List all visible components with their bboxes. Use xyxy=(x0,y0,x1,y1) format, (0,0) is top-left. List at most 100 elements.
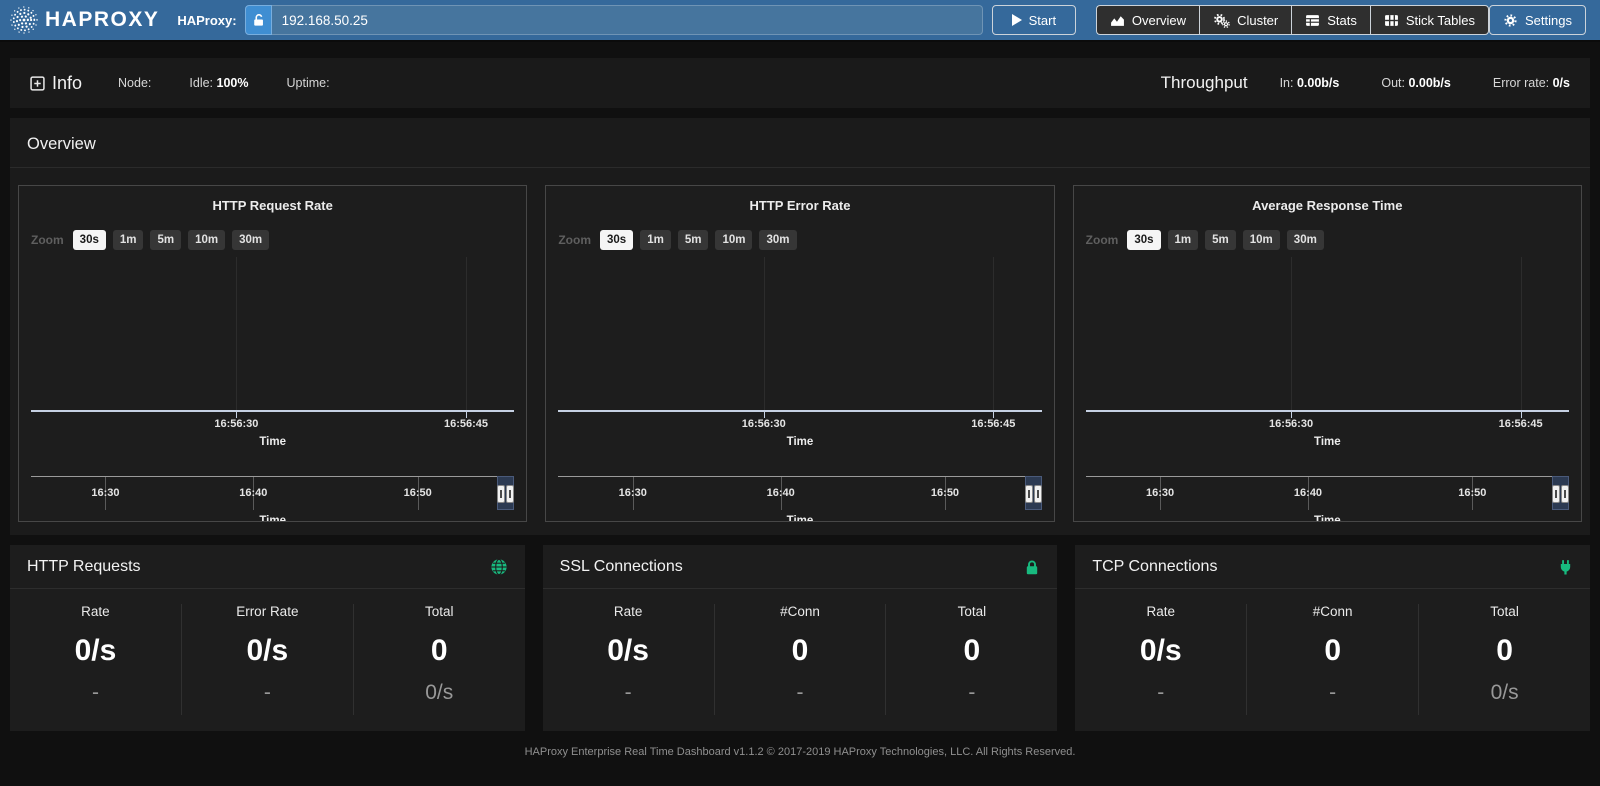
nav-button-cluster[interactable]: Cluster xyxy=(1199,5,1291,35)
stat-column-error-rate: Error Rate 0/s - xyxy=(181,604,353,715)
globe-icon xyxy=(490,558,508,576)
nav-button-overview[interactable]: Overview xyxy=(1096,5,1199,35)
navigator-handle-right[interactable] xyxy=(1561,485,1569,503)
settings-label: Settings xyxy=(1525,13,1572,28)
in-value: 0.00b/s xyxy=(1297,76,1339,90)
panel-tcp-connections: TCP Connections Rate 0/s - #Conn 0 - xyxy=(1075,545,1590,731)
x-tick-label: 16:56:45 xyxy=(444,418,488,430)
charts-row: HTTP Request Rate Zoom 30s 1m 5m 10m 30m… xyxy=(10,168,1590,522)
zoom-button-30s[interactable]: 30s xyxy=(600,230,633,250)
navigator-tick-label: 16:30 xyxy=(1146,487,1174,499)
x-gridline xyxy=(236,257,237,410)
haproxy-brand: HAPROXY xyxy=(10,6,159,34)
footer-text: HAProxy Enterprise Real Time Dashboard v… xyxy=(0,746,1600,758)
zoom-button-30s[interactable]: 30s xyxy=(1127,230,1160,250)
stat-columns: Rate 0/s - #Conn 0 - Total 0 0/s xyxy=(1075,589,1590,715)
zoom-button-5m[interactable]: 5m xyxy=(678,230,709,250)
nav-button-label: Cluster xyxy=(1237,13,1278,28)
gear-icon xyxy=(1503,13,1518,28)
navigator-tick-label: 16:50 xyxy=(931,487,959,499)
stat-value: 0 xyxy=(354,634,525,668)
zoom-button-30m[interactable]: 30m xyxy=(1287,230,1324,250)
info-title[interactable]: Info xyxy=(30,73,82,94)
stat-column-total: Total 0 - xyxy=(885,604,1057,715)
zoom-button-30m[interactable]: 30m xyxy=(232,230,269,250)
plot-area[interactable] xyxy=(558,257,1041,412)
navigator[interactable]: 16:30 16:40 16:50 xyxy=(31,476,514,510)
stat-columns: Rate 0/s - Error Rate 0/s - Total 0 0/s xyxy=(10,589,525,715)
navigator[interactable]: 16:30 16:40 16:50 xyxy=(558,476,1041,510)
navigator-handle-right[interactable] xyxy=(506,485,514,503)
zoom-button-1m[interactable]: 1m xyxy=(640,230,671,250)
stats-row: HTTP Requests Rate 0/s - Error Rate 0/s xyxy=(10,545,1590,731)
nav-button-group: Overview Cluster xyxy=(1096,5,1489,35)
nav-button-stick-tables[interactable]: Stick Tables xyxy=(1370,5,1489,35)
stat-column-rate: Rate 0/s - xyxy=(1075,604,1246,715)
info-bar: Info Node: Idle: 100% Uptime: Throughput… xyxy=(10,58,1590,108)
stat-sub-value: - xyxy=(1075,681,1246,705)
x-axis-labels: 16:56:30 16:56:45 xyxy=(31,418,514,432)
address-group xyxy=(245,5,983,35)
x-gridline xyxy=(1291,257,1292,410)
stat-sub-value: - xyxy=(1247,681,1418,705)
zoom-button-10m[interactable]: 10m xyxy=(188,230,225,250)
navigator-handle-left[interactable] xyxy=(1552,485,1560,503)
stat-label: Error Rate xyxy=(182,604,353,619)
zoom-button-30m[interactable]: 30m xyxy=(759,230,796,250)
node-label: Node: xyxy=(118,76,151,90)
haproxy-logo-icon xyxy=(10,6,38,34)
navigator-tick-label: 16:30 xyxy=(91,487,119,499)
nav-button-label: Stick Tables xyxy=(1406,13,1475,28)
cogs-icon xyxy=(1213,13,1230,28)
panel-title: SSL Connections xyxy=(560,558,683,576)
zoom-button-30s[interactable]: 30s xyxy=(73,230,106,250)
zoom-button-1m[interactable]: 1m xyxy=(113,230,144,250)
x-axis-title: Time xyxy=(1086,436,1569,450)
throughput-title: Throughput xyxy=(1161,73,1248,93)
zoom-button-5m[interactable]: 5m xyxy=(150,230,181,250)
stat-columns: Rate 0/s - #Conn 0 - Total 0 - xyxy=(543,589,1058,715)
lock-button[interactable] xyxy=(245,5,272,35)
stat-sub-value: - xyxy=(543,681,714,705)
navigator-axis-title: Time xyxy=(31,515,514,522)
zoom-button-1m[interactable]: 1m xyxy=(1168,230,1199,250)
navigator-handle-left[interactable] xyxy=(1025,485,1033,503)
idle-value: 100% xyxy=(217,76,249,90)
brand-text: HAPROXY xyxy=(45,8,159,32)
panel-ssl-connections: SSL Connections Rate 0/s - #Conn 0 - Tot… xyxy=(543,545,1058,731)
zoom-label: Zoom xyxy=(558,233,591,247)
navigator-handle-left[interactable] xyxy=(497,485,505,503)
node-field: Node: xyxy=(118,76,151,90)
plus-square-icon xyxy=(30,76,45,91)
x-axis-labels: 16:56:30 16:56:45 xyxy=(558,418,1041,432)
overview-section: Overview HTTP Request Rate Zoom 30s 1m 5… xyxy=(10,118,1590,535)
plot-area[interactable] xyxy=(31,257,514,412)
navigator-tick-label: 16:30 xyxy=(619,487,647,499)
stat-label: Rate xyxy=(10,604,181,619)
stat-value: 0/s xyxy=(10,634,181,668)
chart-average-response-time: Average Response Time Zoom 30s 1m 5m 10m… xyxy=(1073,185,1582,522)
plot-area[interactable] xyxy=(1086,257,1569,412)
chart-title: Average Response Time xyxy=(1086,198,1569,215)
unlock-icon xyxy=(252,13,265,27)
start-label: Start xyxy=(1029,13,1056,28)
x-tick-label: 16:56:45 xyxy=(971,418,1015,430)
haproxy-label: HAProxy: xyxy=(177,13,236,28)
address-input[interactable] xyxy=(272,5,983,35)
navigator-handle-right[interactable] xyxy=(1034,485,1042,503)
stat-label: Total xyxy=(1419,604,1590,619)
start-button[interactable]: Start xyxy=(992,5,1076,35)
navigator-tick-label: 16:40 xyxy=(239,487,267,499)
x-axis-labels: 16:56:30 16:56:45 xyxy=(1086,418,1569,432)
zoom-button-5m[interactable]: 5m xyxy=(1205,230,1236,250)
stat-value: 0/s xyxy=(543,634,714,668)
overview-title: Overview xyxy=(10,118,1590,168)
zoom-button-10m[interactable]: 10m xyxy=(715,230,752,250)
stat-value: 0 xyxy=(1247,634,1418,668)
zoom-button-10m[interactable]: 10m xyxy=(1243,230,1280,250)
nav-button-stats[interactable]: Stats xyxy=(1291,5,1370,35)
settings-button[interactable]: Settings xyxy=(1489,5,1586,35)
x-axis-title: Time xyxy=(31,436,514,450)
navigator[interactable]: 16:30 16:40 16:50 xyxy=(1086,476,1569,510)
stat-label: Rate xyxy=(543,604,714,619)
